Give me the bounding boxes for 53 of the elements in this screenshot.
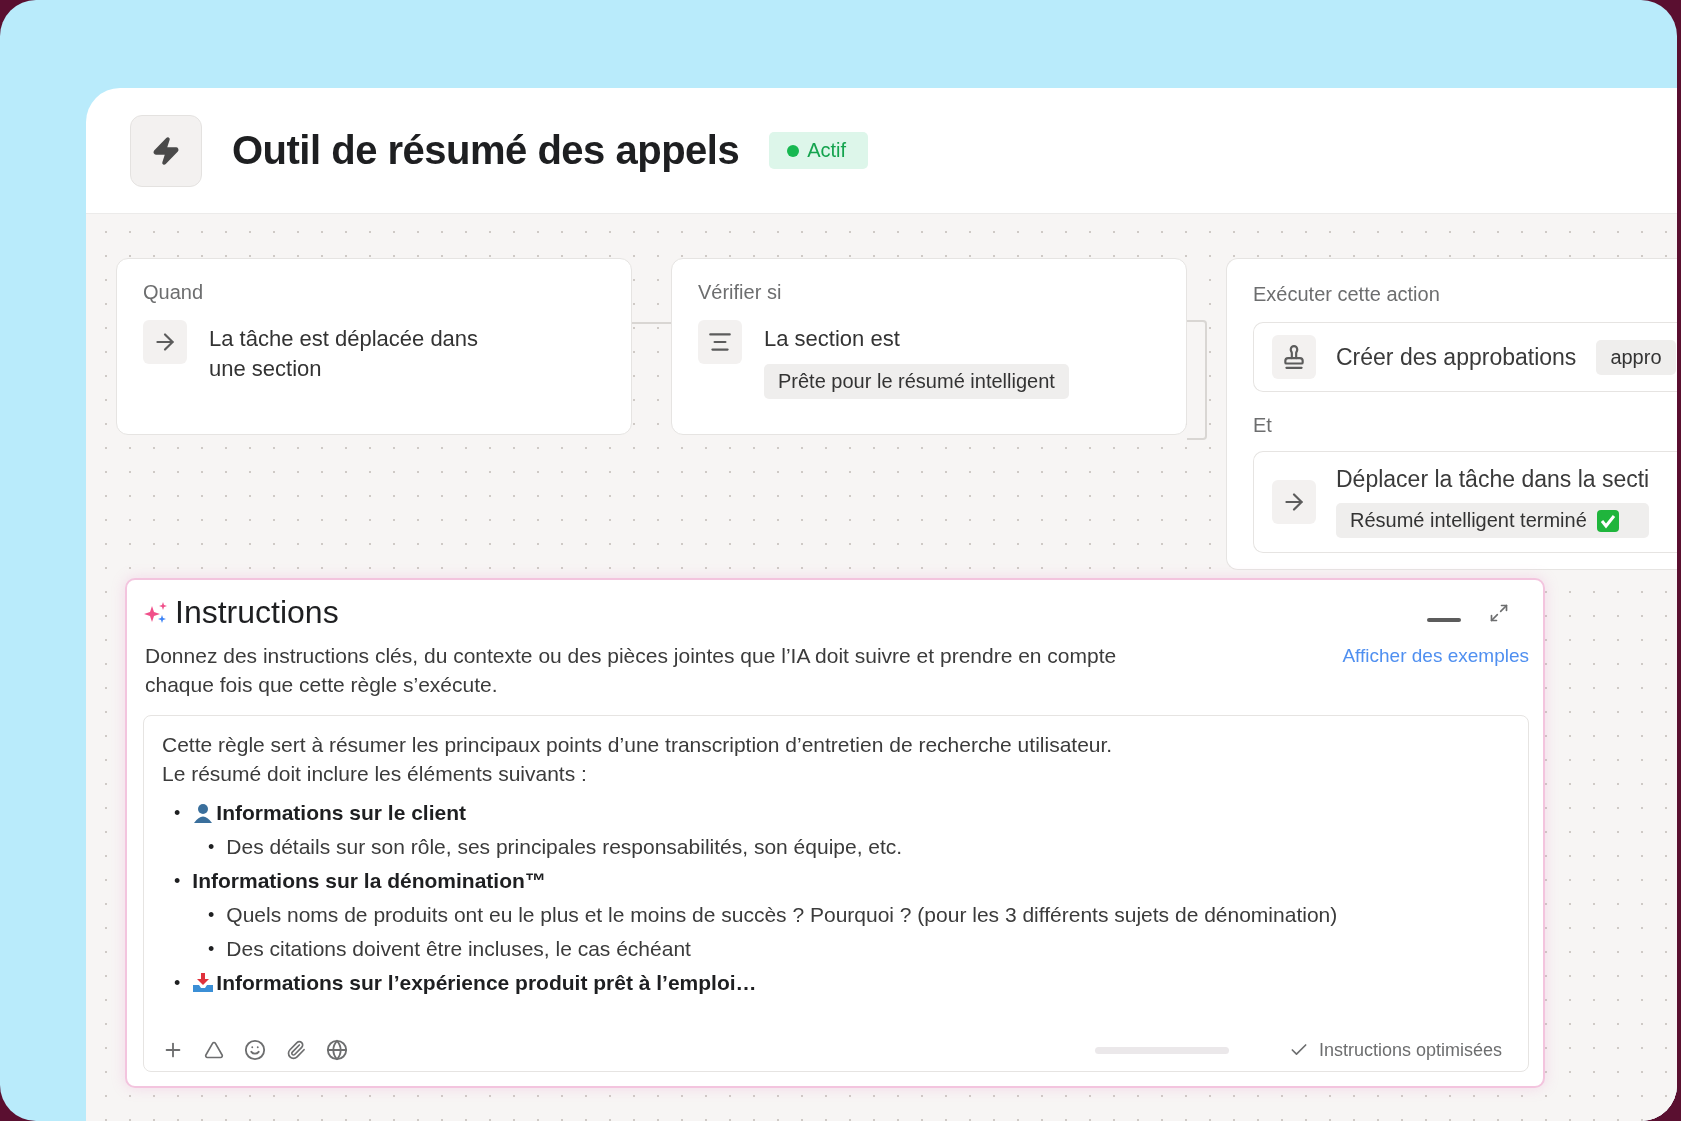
bullet-heading: Informations sur l’expérience produit prêt à l’emploi…	[192, 966, 757, 1000]
globe-button[interactable]	[326, 1039, 348, 1061]
editor-paragraph: Cette règle sert à résumer les principaux points d’une transcription d’entretien de recherche utilisateur.	[162, 732, 1114, 758]
lightning-icon	[130, 114, 202, 187]
globe-icon	[326, 1039, 348, 1061]
bullet-marker: •	[208, 836, 215, 859]
step-text: La tâche est déplacée dans une section	[209, 325, 480, 383]
minimize-icon	[1427, 617, 1461, 622]
expand-icon	[1489, 602, 1509, 623]
bullet-marker: •	[174, 802, 181, 825]
bullet-text: Quels noms de produits ont eu le plus et le moins de succès ? Pourquoi ? (pour les 3 différents sujets de dénomination)	[226, 902, 1338, 928]
status-badge: Actif	[769, 132, 869, 169]
action-card[interactable]: Déplacer la tâche dans la secti Résumé intelligent terminé	[1253, 451, 1677, 553]
instructions-editor[interactable]	[143, 715, 1529, 1072]
attach-button[interactable]	[286, 1040, 306, 1060]
stamp-icon	[1281, 344, 1307, 370]
editor-paragraph: Le résumé doit inclure les éléments suivants :	[162, 761, 588, 787]
field-tag: appro	[1596, 339, 1676, 375]
joiner-label: Et	[1253, 414, 1273, 437]
bullet-marker: •	[208, 938, 215, 961]
bullet-text: Des détails sur son rôle, ses principales responsabilités, son équipe, etc.	[226, 834, 903, 860]
panel-description: Donnez des instructions clés, du contexte ou des pièces jointes que l’IA doit suivre et prendre en compte chaque fois que cette règle s’exécute.	[145, 643, 1118, 698]
person-icon	[192, 802, 215, 824]
format-button[interactable]	[204, 1040, 224, 1060]
action-card[interactable]: Créer des approbations appro	[1253, 322, 1677, 392]
bullet-marker: •	[174, 972, 181, 995]
panel-title: Instructions	[175, 594, 339, 631]
check-box-icon	[1596, 509, 1619, 532]
step-card[interactable]: Exécuter cette action Créer des approbations appro Et Déplacer la tâche dans la secti Résumé intelligent terminé	[1226, 258, 1677, 570]
bullet-heading: Informations sur le client	[192, 796, 467, 830]
bullet-marker: •	[208, 904, 215, 927]
connector-line	[632, 322, 671, 324]
paperclip-icon	[286, 1040, 306, 1060]
triangle-icon	[204, 1040, 224, 1060]
action-text: Créer des approbations	[1336, 343, 1577, 371]
step-card[interactable]: Quand La tâche est déplacée dans une section	[116, 258, 632, 435]
page-title: Outil de résumé des appels	[232, 128, 740, 173]
bullet-text: Des citations doivent être incluses, le cas échéant	[226, 936, 691, 962]
step-label: Vérifier si	[698, 281, 783, 304]
bullet-heading: Informations sur la dénomination™	[192, 868, 546, 894]
step-label: Quand	[143, 281, 205, 304]
emoji-button[interactable]	[244, 1039, 266, 1061]
section-tag: Résumé intelligent terminé	[1336, 503, 1650, 538]
bullet-marker: •	[174, 870, 181, 893]
step-text: La section est	[764, 325, 901, 353]
optimized-status: Instructions optimisées	[1288, 1039, 1510, 1061]
section-tag: Prête pour le résumé intelligent	[764, 364, 1069, 399]
step-card[interactable]: Vérifier si La section est Prête pour le résumé intelligent	[671, 258, 1187, 435]
inbox-tray-icon	[192, 972, 215, 994]
step-label: Exécuter cette action	[1253, 283, 1441, 306]
action-text: Déplacer la tâche dans la secti	[1336, 466, 1650, 493]
emoji-icon	[244, 1039, 266, 1061]
expand-button[interactable]	[1489, 602, 1509, 623]
